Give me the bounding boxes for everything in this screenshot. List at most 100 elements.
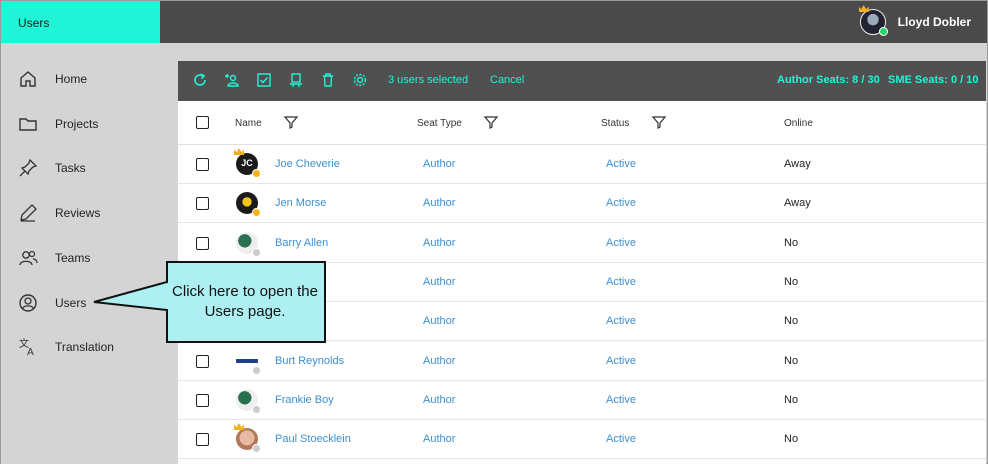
sme-seats-counter: SME Seats: 0 / 10 [888,74,979,86]
sidebar-item-label: Reviews [55,206,101,220]
add-user-icon[interactable] [224,72,240,88]
seat-icon[interactable] [288,72,304,88]
cancel-button[interactable]: Cancel [490,74,524,86]
svg-text:A: A [27,347,34,357]
seat-type-link[interactable]: Author [423,394,455,406]
user-name-link[interactable]: Barry Allen [275,237,328,249]
seat-type-link[interactable]: Author [423,197,455,209]
pen-icon [20,204,37,222]
sidebar-item-reviews[interactable]: Reviews [1,198,178,228]
user-name[interactable]: Lloyd Dobler [898,15,971,29]
callout-text: Click here to open the Users page. [172,283,318,320]
row-checkbox[interactable] [196,354,209,368]
column-header-online[interactable]: Online [784,118,813,129]
top-bar: Users Lloyd Dobler [1,1,987,43]
sidebar-item-label: Teams [55,251,91,265]
user-name-link[interactable]: Frankie Boy [275,394,334,406]
row-checkbox[interactable] [196,158,209,171]
avatar [236,349,261,375]
table-header: Name Seat Type Status Online [178,101,986,145]
online-status: Away [784,158,811,170]
sidebar-item-label: Home [55,72,88,86]
avatar [236,192,261,218]
avatar-initials: JC [241,158,253,168]
column-header-name[interactable]: Name [235,118,262,129]
table-row[interactable]: JC Joe Cheverie Author Active Away [178,145,986,184]
avatar [236,231,261,257]
row-checkbox[interactable] [196,433,209,447]
user-icon [19,294,37,312]
status-link[interactable]: Active [606,315,636,327]
status-link[interactable]: Active [606,394,636,406]
user-avatar[interactable] [858,5,888,36]
presence-dot [252,247,261,257]
sidebar-item-home[interactable]: Home [1,64,178,94]
seat-type-link[interactable]: Author [423,433,455,445]
presence-dot [252,444,261,454]
seat-type-link[interactable]: Author [423,276,455,288]
folder-icon [19,118,37,131]
presence-dot [252,208,261,218]
user-name-link[interactable]: Burt Reynolds [275,355,344,367]
crown-icon [858,5,869,12]
sidebar-item-label: Projects [55,117,99,131]
select-all-checkbox[interactable] [196,116,209,129]
author-seats-counter: Author Seats: 8 / 30 [777,74,880,86]
avatar [234,423,261,454]
selection-count: 3 users selected [388,74,469,86]
column-header-status[interactable]: Status [601,118,629,129]
pin-icon [19,158,38,177]
online-status: No [784,315,799,328]
status-link[interactable]: Active [606,433,636,445]
sidebar-item-label: Tasks [55,161,86,175]
filter-icon[interactable] [652,115,666,129]
row-checkbox[interactable] [196,197,209,211]
sidebar-item-label: Users [55,296,87,310]
seat-type-link[interactable]: Author [423,237,455,249]
user-menu[interactable]: Lloyd Dobler [858,5,971,36]
teams-icon [19,250,38,266]
online-status: No [784,393,799,406]
online-status: No [784,433,799,446]
table-row[interactable]: Barry Allen Author Active No [178,224,986,263]
sidebar-item-projects[interactable]: Projects [1,109,178,139]
sidebar-item-tasks[interactable]: Tasks [1,153,178,183]
status-link[interactable]: Active [606,197,636,209]
user-name-link[interactable]: Jen Morse [275,197,326,209]
online-status-dot [878,27,888,36]
delete-icon[interactable] [320,72,336,88]
filter-icon[interactable] [484,115,498,129]
status-link[interactable]: Active [606,237,636,249]
filter-icon[interactable] [284,115,298,129]
presence-dot [252,169,261,178]
presence-dot [252,404,261,414]
bulk-action-toolbar: 3 users selected Cancel Author Seats: 8 … [178,61,986,101]
table-row[interactable]: Frankie Boy Author Active No [178,381,986,420]
table-row[interactable]: Jen Morse Author Active Away [178,184,986,224]
translate-icon: 文 A [19,337,34,357]
presence-dot [252,365,261,375]
status-link[interactable]: Active [606,355,636,367]
app-brand: Users [1,1,160,43]
row-checkbox[interactable] [196,393,209,407]
seat-type-link[interactable]: Author [423,158,455,170]
gear-icon[interactable] [352,72,368,88]
table-row[interactable]: Burt Reynolds Author Active No [178,342,986,381]
sidebar: Home Projects Tasks Reviews Teams Users … [1,43,178,464]
status-link[interactable]: Active [606,158,636,170]
seat-type-link[interactable]: Author [423,315,455,327]
user-name-link[interactable]: Joe Cheverie [275,158,340,170]
user-name-link[interactable]: Paul Stoecklein [275,433,351,445]
online-status: No [784,275,799,288]
online-status: No [784,236,799,249]
approve-icon[interactable] [256,72,272,88]
seat-type-link[interactable]: Author [423,355,455,367]
refresh-icon[interactable] [192,72,208,88]
users-callout: Click here to open the Users page. [92,260,328,344]
column-header-seat-type[interactable]: Seat Type [417,118,462,129]
table-row[interactable]: Paul Stoecklein Author Active No [178,420,986,460]
home-icon [20,71,36,87]
row-checkbox[interactable] [196,236,209,250]
status-link[interactable]: Active [606,276,636,288]
avatar [236,388,261,414]
